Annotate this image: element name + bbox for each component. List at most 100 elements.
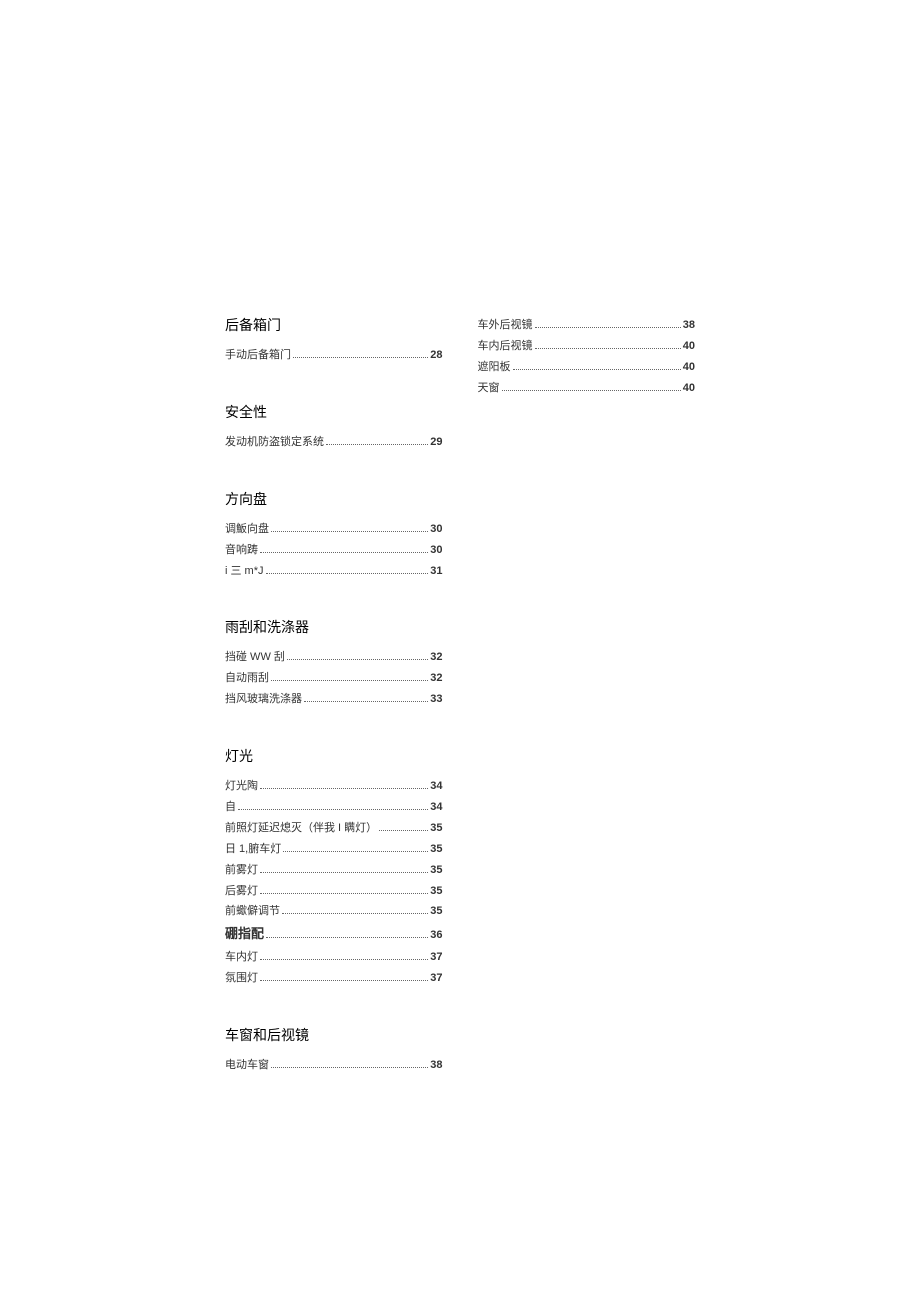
- toc-entry: 电动车窗 38: [225, 1055, 443, 1076]
- toc-entry: 自 34: [225, 797, 443, 818]
- toc-entry-page: 30: [430, 519, 442, 540]
- toc-leader-dots: [502, 390, 681, 391]
- toc-entry-label: 挡碰 WW 刮: [225, 647, 285, 668]
- toc-entry-page: 33: [430, 689, 442, 710]
- toc-entry: i 三 m*J 31: [225, 561, 443, 582]
- toc-section-title: 后备箱门: [225, 315, 443, 335]
- toc-entry: 车内后视镜 40: [478, 336, 696, 357]
- toc-entry-label: i 三 m*J: [225, 561, 264, 582]
- toc-leader-dots: [260, 980, 428, 981]
- toc-entry-page: 30: [430, 540, 442, 561]
- toc-entry-page: 40: [683, 336, 695, 357]
- toc-entry-label: 车内后视镜: [478, 336, 533, 357]
- toc-entry-page: 35: [430, 839, 442, 860]
- toc-entry-page: 35: [430, 818, 442, 839]
- toc-entry: 手动后备箱门 28: [225, 345, 443, 366]
- toc-entry-page: 32: [430, 668, 442, 689]
- toc-entry-label: 自动雨刮: [225, 668, 269, 689]
- toc-leader-dots: [260, 959, 428, 960]
- toc-entry: 车内灯 37: [225, 947, 443, 968]
- toc-entry-page: 35: [430, 881, 442, 902]
- toc-entry-page: 40: [683, 378, 695, 399]
- toc-entry-page: 29: [430, 432, 442, 453]
- toc-section: 车窗和后视镜电动车窗 38: [225, 1025, 443, 1076]
- toc-leader-dots: [266, 937, 428, 938]
- toc-section: 安全性发动机防盗锁定系统 29: [225, 402, 443, 453]
- toc-entry-page: 35: [430, 860, 442, 881]
- toc-entry: 车外后视镜 38: [478, 315, 696, 336]
- toc-leader-dots: [535, 327, 681, 328]
- toc-entry: 自动雨刮 32: [225, 668, 443, 689]
- toc-leader-dots: [271, 680, 428, 681]
- toc-entry-label: 手动后备箱门: [225, 345, 291, 366]
- toc-entry-page: 32: [430, 647, 442, 668]
- toc-leader-dots: [535, 348, 681, 349]
- toc-section: 灯光灯光陶34自34前照灯延迟熄灭（伴我 I 瞒灯）35日 1,腑车灯35前雾灯…: [225, 746, 443, 989]
- toc-entry: 发动机防盗锁定系统 29: [225, 432, 443, 453]
- toc-leader-dots: [513, 369, 681, 370]
- toc-section: 方向盘调魬向盘 30 音响踌 30 i 三 m*J 31: [225, 489, 443, 582]
- toc-entry-label: 硼指配: [225, 922, 264, 947]
- toc-entry-page: 35: [430, 901, 442, 922]
- toc-entry: 后雾灯 35: [225, 881, 443, 902]
- toc-entry: 前照灯延迟熄灭（伴我 I 瞒灯） 35: [225, 818, 443, 839]
- toc-leader-dots: [271, 1067, 428, 1068]
- toc-entry-label: 氛围灯: [225, 968, 258, 989]
- toc-section-title: 方向盘: [225, 489, 443, 509]
- toc-entry-page: 38: [430, 1055, 442, 1076]
- toc-entry-page: 31: [430, 561, 442, 582]
- toc-entry-label: 挡风玻璃洗涤器: [225, 689, 302, 710]
- toc-entry: 日 1,腑车灯 35: [225, 839, 443, 860]
- toc-leader-dots: [238, 809, 428, 810]
- toc-section: 雨刮和洗涤器挡碰 WW 刮 32 自动雨刮 32 挡风玻璃洗涤器 33: [225, 617, 443, 710]
- toc-entry: 氛围灯 37: [225, 968, 443, 989]
- toc-entry-label: 自: [225, 797, 236, 818]
- toc-leader-dots: [304, 701, 428, 702]
- toc-entry-label: 后雾灯: [225, 881, 258, 902]
- toc-section-title: 车窗和后视镜: [225, 1025, 443, 1045]
- toc-entry-label: 灯光陶: [225, 776, 258, 797]
- toc-entry: 挡风玻璃洗涤器 33: [225, 689, 443, 710]
- toc-section-title: 雨刮和洗涤器: [225, 617, 443, 637]
- toc-entry-label: 前照灯延迟熄灭（伴我 I 瞒灯）: [225, 818, 377, 839]
- toc-right-column: 车外后视镜 38 车内后视镜 40 遮阳板 40 天窗 40: [478, 315, 696, 1112]
- toc-entry-label: 天窗: [478, 378, 500, 399]
- toc-entry-page: 37: [430, 968, 442, 989]
- toc-entry-page: 40: [683, 357, 695, 378]
- toc-entry: 灯光陶 34: [225, 776, 443, 797]
- toc-entry-label: 电动车窗: [225, 1055, 269, 1076]
- toc-entry-page: 28: [430, 345, 442, 366]
- toc-section-title: 灯光: [225, 746, 443, 766]
- toc-entry-label: 遮阳板: [478, 357, 511, 378]
- toc-entry-label: 发动机防盗锁定系统: [225, 432, 324, 453]
- toc-entry: 天窗 40: [478, 378, 696, 399]
- toc-leader-dots: [260, 552, 428, 553]
- toc-leader-dots: [260, 788, 428, 789]
- toc-entry: 音响踌 30: [225, 540, 443, 561]
- toc-entry-label: 车外后视镜: [478, 315, 533, 336]
- toc-entry-label: 调魬向盘: [225, 519, 269, 540]
- toc-entry-page: 36: [430, 925, 442, 946]
- toc-leader-dots: [293, 357, 428, 358]
- toc-entry-label: 车内灯: [225, 947, 258, 968]
- toc-entry-page: 34: [430, 797, 442, 818]
- toc-entry: 前蠍僻调节 35: [225, 901, 443, 922]
- toc-entry-label: 日 1,腑车灯: [225, 839, 281, 860]
- toc-section: 后备箱门手动后备箱门 28: [225, 315, 443, 366]
- toc-entry: 硼指配 36: [225, 922, 443, 947]
- toc-leader-dots: [326, 444, 428, 445]
- toc-entry: 遮阳板 40: [478, 357, 696, 378]
- toc-entry: 调魬向盘 30: [225, 519, 443, 540]
- toc-entry-label: 前蠍僻调节: [225, 901, 280, 922]
- toc-leader-dots: [266, 573, 429, 574]
- toc-section-title: 安全性: [225, 402, 443, 422]
- toc-entry-page: 34: [430, 776, 442, 797]
- toc-entry-label: 音响踌: [225, 540, 258, 561]
- toc-entry-page: 37: [430, 947, 442, 968]
- toc-entry-page: 38: [683, 315, 695, 336]
- toc-leader-dots: [283, 851, 428, 852]
- toc-entry: 挡碰 WW 刮 32: [225, 647, 443, 668]
- toc-leader-dots: [271, 531, 428, 532]
- toc-leader-dots: [282, 913, 428, 914]
- toc-entry: 前雾灯35: [225, 860, 443, 881]
